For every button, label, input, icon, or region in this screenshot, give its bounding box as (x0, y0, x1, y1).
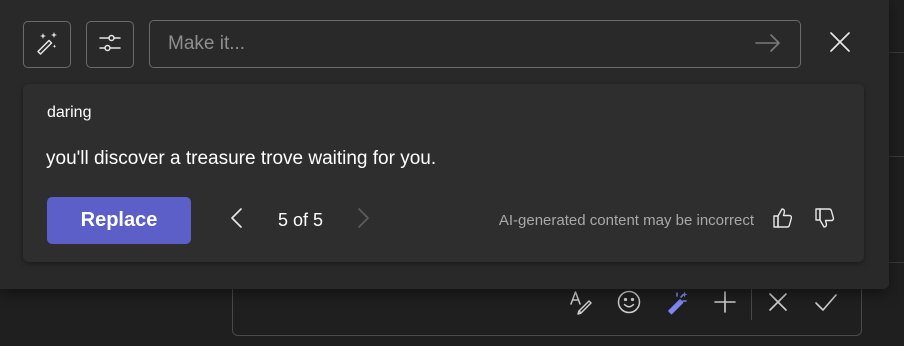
copilot-wand-icon (664, 289, 690, 320)
submit-prompt-button[interactable] (754, 33, 782, 57)
chevron-left-icon (230, 207, 244, 234)
format-icon (568, 289, 594, 320)
suggestion-card: daring you'll discover a treasure trove … (23, 84, 864, 262)
discard-button[interactable] (754, 284, 802, 324)
chevron-right-icon (356, 207, 370, 234)
thumbs-down-button[interactable] (811, 206, 839, 234)
prompt-field (149, 20, 801, 68)
background-divider (889, 156, 904, 157)
adjust-settings-button[interactable] (86, 21, 134, 68)
background-divider (889, 52, 904, 53)
rewrite-popup: daring you'll discover a treasure trove … (0, 0, 889, 289)
toolbar-divider (751, 288, 752, 320)
thumbs-down-icon (814, 207, 836, 234)
check-icon (813, 289, 839, 320)
send-button[interactable] (802, 284, 850, 324)
close-button[interactable] (824, 28, 856, 60)
thumbs-up-button[interactable] (769, 206, 797, 234)
prompt-input[interactable] (168, 29, 728, 59)
previous-suggestion-button[interactable] (223, 206, 251, 234)
suggestion-text: you'll discover a treasure trove waiting… (46, 148, 437, 169)
close-icon (829, 31, 851, 58)
thumbs-up-icon (772, 207, 794, 234)
suggestion-pager: 5 of 5 (277, 210, 324, 230)
wand-sparkle-icon (34, 30, 60, 59)
app-stage: daring you'll discover a treasure trove … (0, 0, 904, 346)
plus-icon (712, 289, 738, 320)
compose-toolbar (557, 284, 850, 324)
add-button[interactable] (701, 284, 749, 324)
copilot-rewrite-button[interactable] (653, 284, 701, 324)
ai-disclaimer: AI-generated content may be incorrect (498, 212, 754, 229)
tone-label: daring (47, 104, 92, 121)
format-button[interactable] (557, 284, 605, 324)
replace-button[interactable]: Replace (47, 197, 191, 244)
rewrite-button[interactable] (23, 21, 71, 68)
discard-icon (765, 289, 791, 320)
emoji-icon (616, 289, 642, 320)
next-suggestion-button[interactable] (349, 206, 377, 234)
sliders-icon (97, 30, 123, 59)
emoji-button[interactable] (605, 284, 653, 324)
arrow-right-icon (754, 33, 782, 58)
background-divider (889, 262, 904, 263)
